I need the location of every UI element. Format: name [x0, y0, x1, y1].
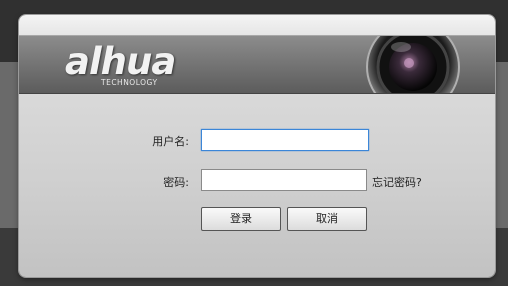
password-label: 密码:	[163, 176, 189, 189]
username-input[interactable]	[201, 129, 369, 151]
forgot-password-link[interactable]: 忘记密码?	[372, 174, 422, 190]
cancel-button[interactable]: 取消	[287, 207, 367, 231]
login-button[interactable]: 登录	[201, 207, 281, 231]
brand-banner: alhua TECHNOLOGY	[19, 35, 495, 94]
camera-lens-icon	[366, 36, 460, 93]
password-input[interactable]	[201, 169, 367, 191]
brand-logo-subtext: TECHNOLOGY	[101, 78, 158, 87]
login-panel: alhua TECHNOLOGY 用户名: 密码: 忘记密码? 登录 取消	[19, 15, 495, 277]
username-label: 用户名:	[152, 135, 189, 148]
brand-logo: alhua	[65, 40, 176, 83]
